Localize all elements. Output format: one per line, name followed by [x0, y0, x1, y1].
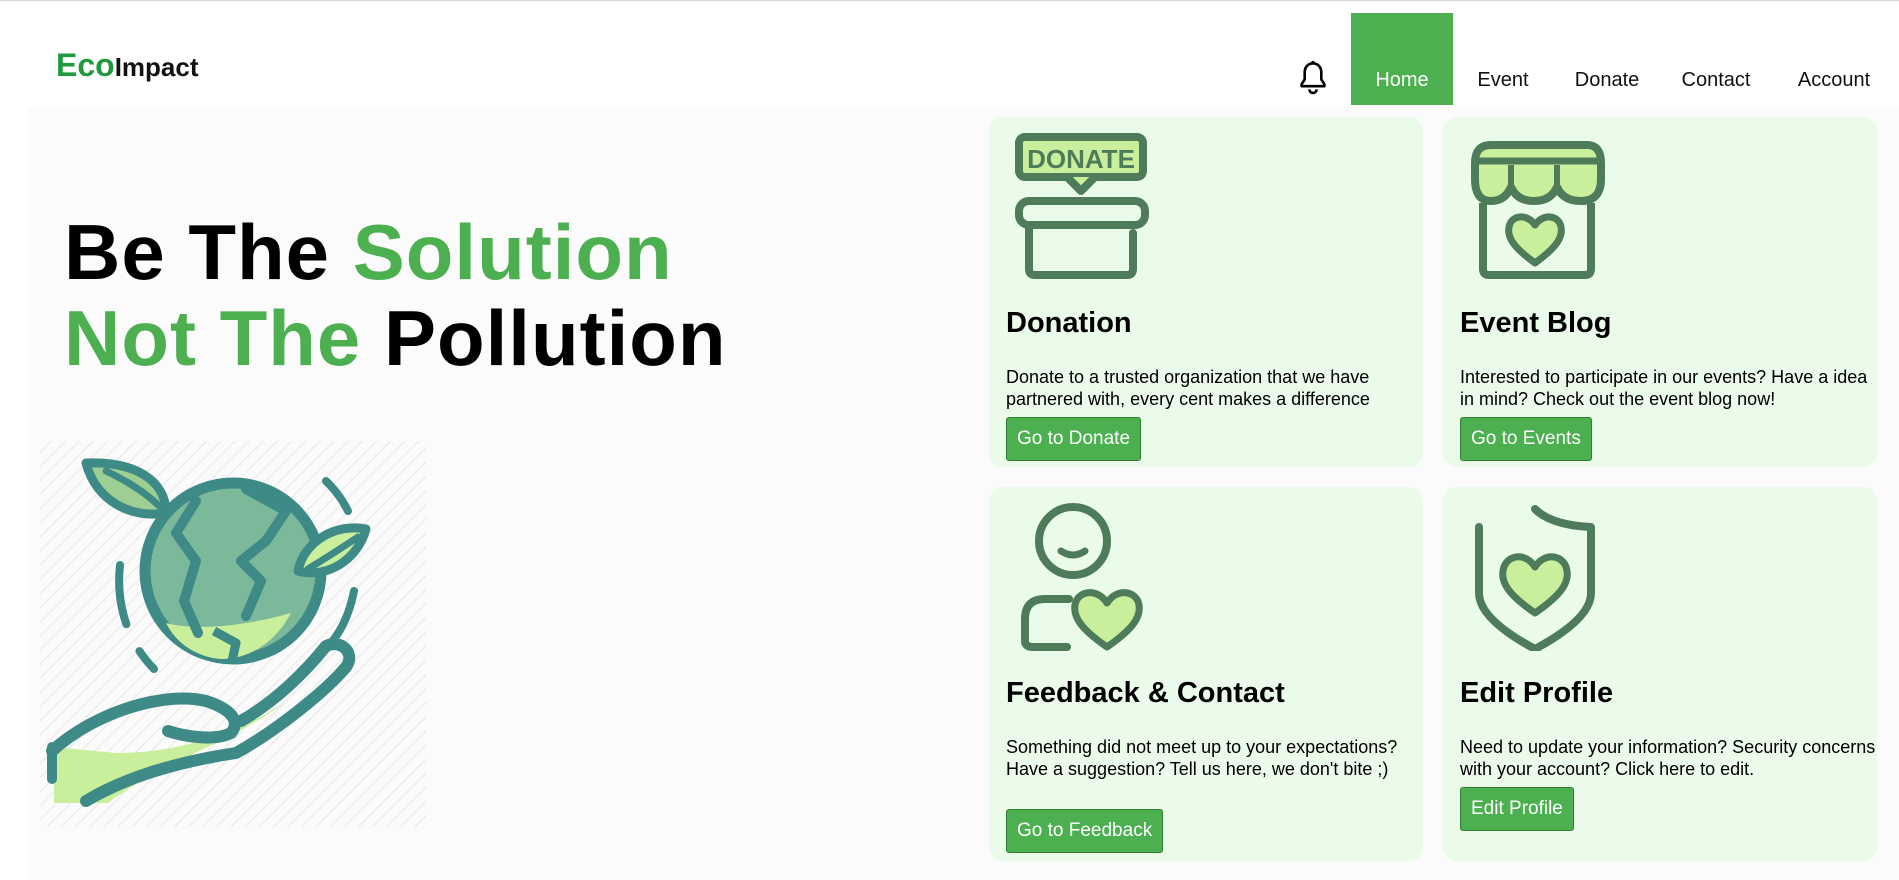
nav-contact[interactable]: Contact — [1661, 13, 1771, 105]
donate-box-icon: DONATE — [1015, 133, 1149, 279]
card-description: Need to update your information? Securit… — [1460, 737, 1876, 779]
person-heart-icon — [1021, 503, 1143, 651]
earth-in-hand-icon — [40, 441, 426, 827]
hero-heading: Be The Solution Not The Pollution — [64, 209, 727, 381]
card-description: Donate to a trusted organization that we… — [1006, 367, 1370, 409]
go-to-events-button[interactable]: Go to Events — [1460, 417, 1592, 461]
card-title: Feedback & Contact — [1006, 677, 1285, 709]
store-heart-icon — [1471, 141, 1605, 279]
card-donation: DONATE Donation Donate to a trusted orga… — [989, 117, 1423, 467]
hero-line2-a: Not The — [64, 294, 384, 382]
nav-donate[interactable]: Donate — [1553, 13, 1661, 105]
main-nav: Home Event Donate Contact Account — [1351, 13, 1897, 105]
card-edit-profile: Edit Profile Need to update your informa… — [1443, 487, 1877, 861]
card-event-blog: Event Blog Interested to participate in … — [1443, 117, 1877, 467]
svg-text:DONATE: DONATE — [1027, 144, 1135, 174]
card-feedback-contact: Feedback & Contact Something did not mee… — [989, 487, 1423, 861]
go-to-donate-button[interactable]: Go to Donate — [1006, 417, 1142, 461]
nav-home[interactable]: Home — [1351, 13, 1453, 105]
bell-icon[interactable] — [1296, 60, 1330, 96]
edit-profile-button[interactable]: Edit Profile — [1460, 787, 1574, 831]
card-title: Donation — [1006, 307, 1132, 339]
logo-impact: Impact — [114, 52, 199, 82]
hero-line2-b: Pollution — [383, 294, 727, 382]
card-description: Something did not meet up to your expect… — [1006, 737, 1398, 779]
nav-account[interactable]: Account — [1771, 13, 1897, 105]
logo[interactable]: EcoImpact — [56, 47, 199, 84]
hero-line1-a: Be The — [64, 208, 353, 296]
hero-line1-b: Solution — [352, 208, 673, 296]
card-description: Interested to participate in our events?… — [1460, 367, 1868, 409]
card-title: Edit Profile — [1460, 677, 1614, 709]
shield-heart-icon — [1475, 505, 1595, 651]
nav-event[interactable]: Event — [1453, 13, 1553, 105]
logo-eco: Eco — [56, 47, 115, 83]
card-title: Event Blog — [1460, 307, 1612, 339]
go-to-feedback-button[interactable]: Go to Feedback — [1006, 809, 1164, 853]
